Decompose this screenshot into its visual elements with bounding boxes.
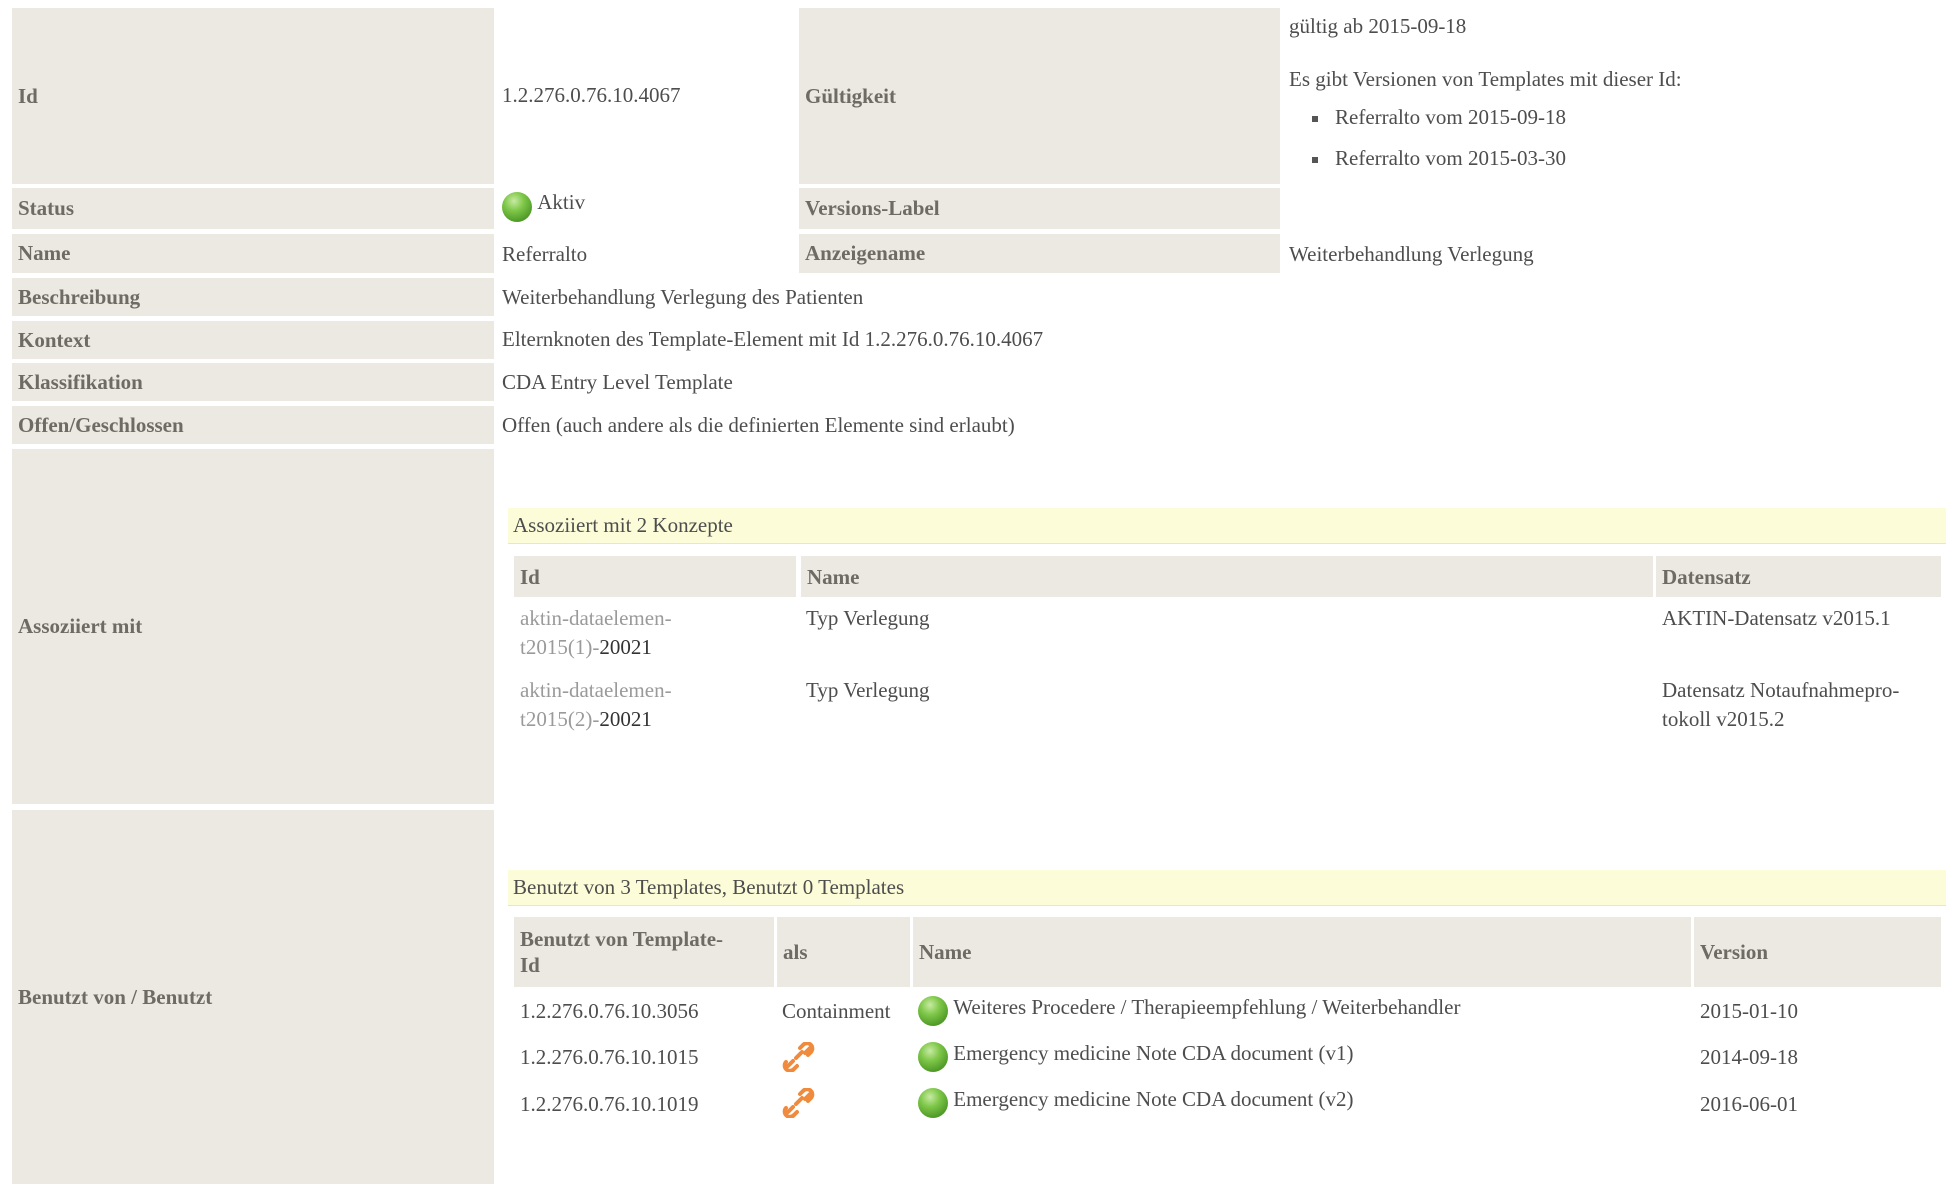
relation-type: Containment: [782, 999, 891, 1023]
version-item[interactable]: Referralto vom 2015-03-30: [1289, 144, 1566, 185]
link-icon[interactable]: [782, 1088, 816, 1118]
status-value: Aktiv: [502, 190, 585, 222]
id-label: Id: [12, 8, 494, 184]
usage-col-name: Name: [913, 917, 1691, 987]
template-name-link[interactable]: Weiteres Procedere / Therapieempfehlung …: [918, 995, 1460, 1027]
usage-col-version: Version: [1694, 917, 1941, 987]
validity-label: Gültigkeit: [799, 8, 1280, 184]
concept-name: Typ Verlegung: [806, 678, 930, 702]
template-id: 1.2.276.0.76.10.1015: [520, 1045, 699, 1069]
concept-name: Typ Verlegung: [806, 606, 930, 630]
open-closed-label: Offen/Geschlossen: [12, 406, 494, 444]
context-label: Kontext: [12, 321, 494, 359]
name-label: Name: [12, 234, 494, 273]
template-version: 2015-01-10: [1700, 999, 1798, 1023]
display-name-value: Weiterbehandlung Verlegung: [1289, 242, 1534, 266]
id-value: 1.2.276.0.76.10.4067: [502, 83, 681, 107]
link-icon[interactable]: [782, 1042, 816, 1072]
status-label: Status: [12, 188, 494, 229]
name-value: Referralto: [502, 242, 588, 266]
status-active-icon: [918, 1088, 948, 1119]
description-value: Weiterbehandlung Verlegung des Patienten: [502, 285, 864, 309]
open-closed-value: Offen (auch andere als die definierten E…: [502, 413, 1015, 437]
associated-label: Assoziiert mit: [12, 449, 494, 804]
template-version: 2016-06-01: [1700, 1092, 1798, 1116]
context-value: Elternknoten des Template-Element mit Id…: [502, 327, 1044, 351]
version-label-label: Versions-Label: [799, 188, 1280, 229]
associated-col-name: Name: [801, 556, 1653, 597]
associated-col-dataset: Datensatz: [1656, 556, 1941, 597]
usage-band: Benutzt von 3 Templates, Benutzt 0 Templ…: [508, 870, 1946, 906]
usage-col-template-id: Benutzt von Template- Id: [514, 917, 774, 987]
concept-dataset: Datensatz Notaufnahmepro- tokoll v2015.2: [1662, 678, 1900, 731]
versions-intro: Es gibt Versionen von Templates mit dies…: [1289, 67, 1682, 91]
concept-id-link[interactable]: aktin-dataelemen- t2015(1)-20021: [520, 604, 672, 662]
template-name-link[interactable]: Emergency medicine Note CDA document (v2…: [918, 1087, 1354, 1119]
concept-id-link[interactable]: aktin-dataelemen- t2015(2)-20021: [520, 676, 672, 734]
status-active-icon: [502, 192, 532, 222]
usage-label: Benutzt von / Benutzt: [12, 810, 494, 1184]
versions-list: Referralto vom 2015-09-18 Referralto vom…: [1289, 103, 1566, 185]
description-label: Beschreibung: [12, 278, 494, 316]
display-name-label: Anzeigename: [799, 234, 1280, 273]
version-item[interactable]: Referralto vom 2015-09-18: [1289, 103, 1566, 144]
template-id: 1.2.276.0.76.10.1019: [520, 1092, 699, 1116]
associated-band: Assoziiert mit 2 Konzepte: [508, 508, 1946, 544]
status-active-icon: [918, 996, 948, 1027]
status-active-icon: [918, 1042, 948, 1073]
template-name-link[interactable]: Emergency medicine Note CDA document (v1…: [918, 1041, 1354, 1073]
usage-col-as: als: [777, 917, 910, 987]
associated-col-id: Id: [514, 556, 796, 597]
template-id: 1.2.276.0.76.10.3056: [520, 999, 699, 1023]
validity-value: gültig ab 2015-09-18: [1289, 14, 1467, 38]
classification-label: Klassifikation: [12, 363, 494, 401]
template-version: 2014-09-18: [1700, 1045, 1798, 1069]
concept-dataset: AKTIN-Datensatz v2015.1: [1662, 606, 1891, 630]
classification-value: CDA Entry Level Template: [502, 370, 733, 394]
